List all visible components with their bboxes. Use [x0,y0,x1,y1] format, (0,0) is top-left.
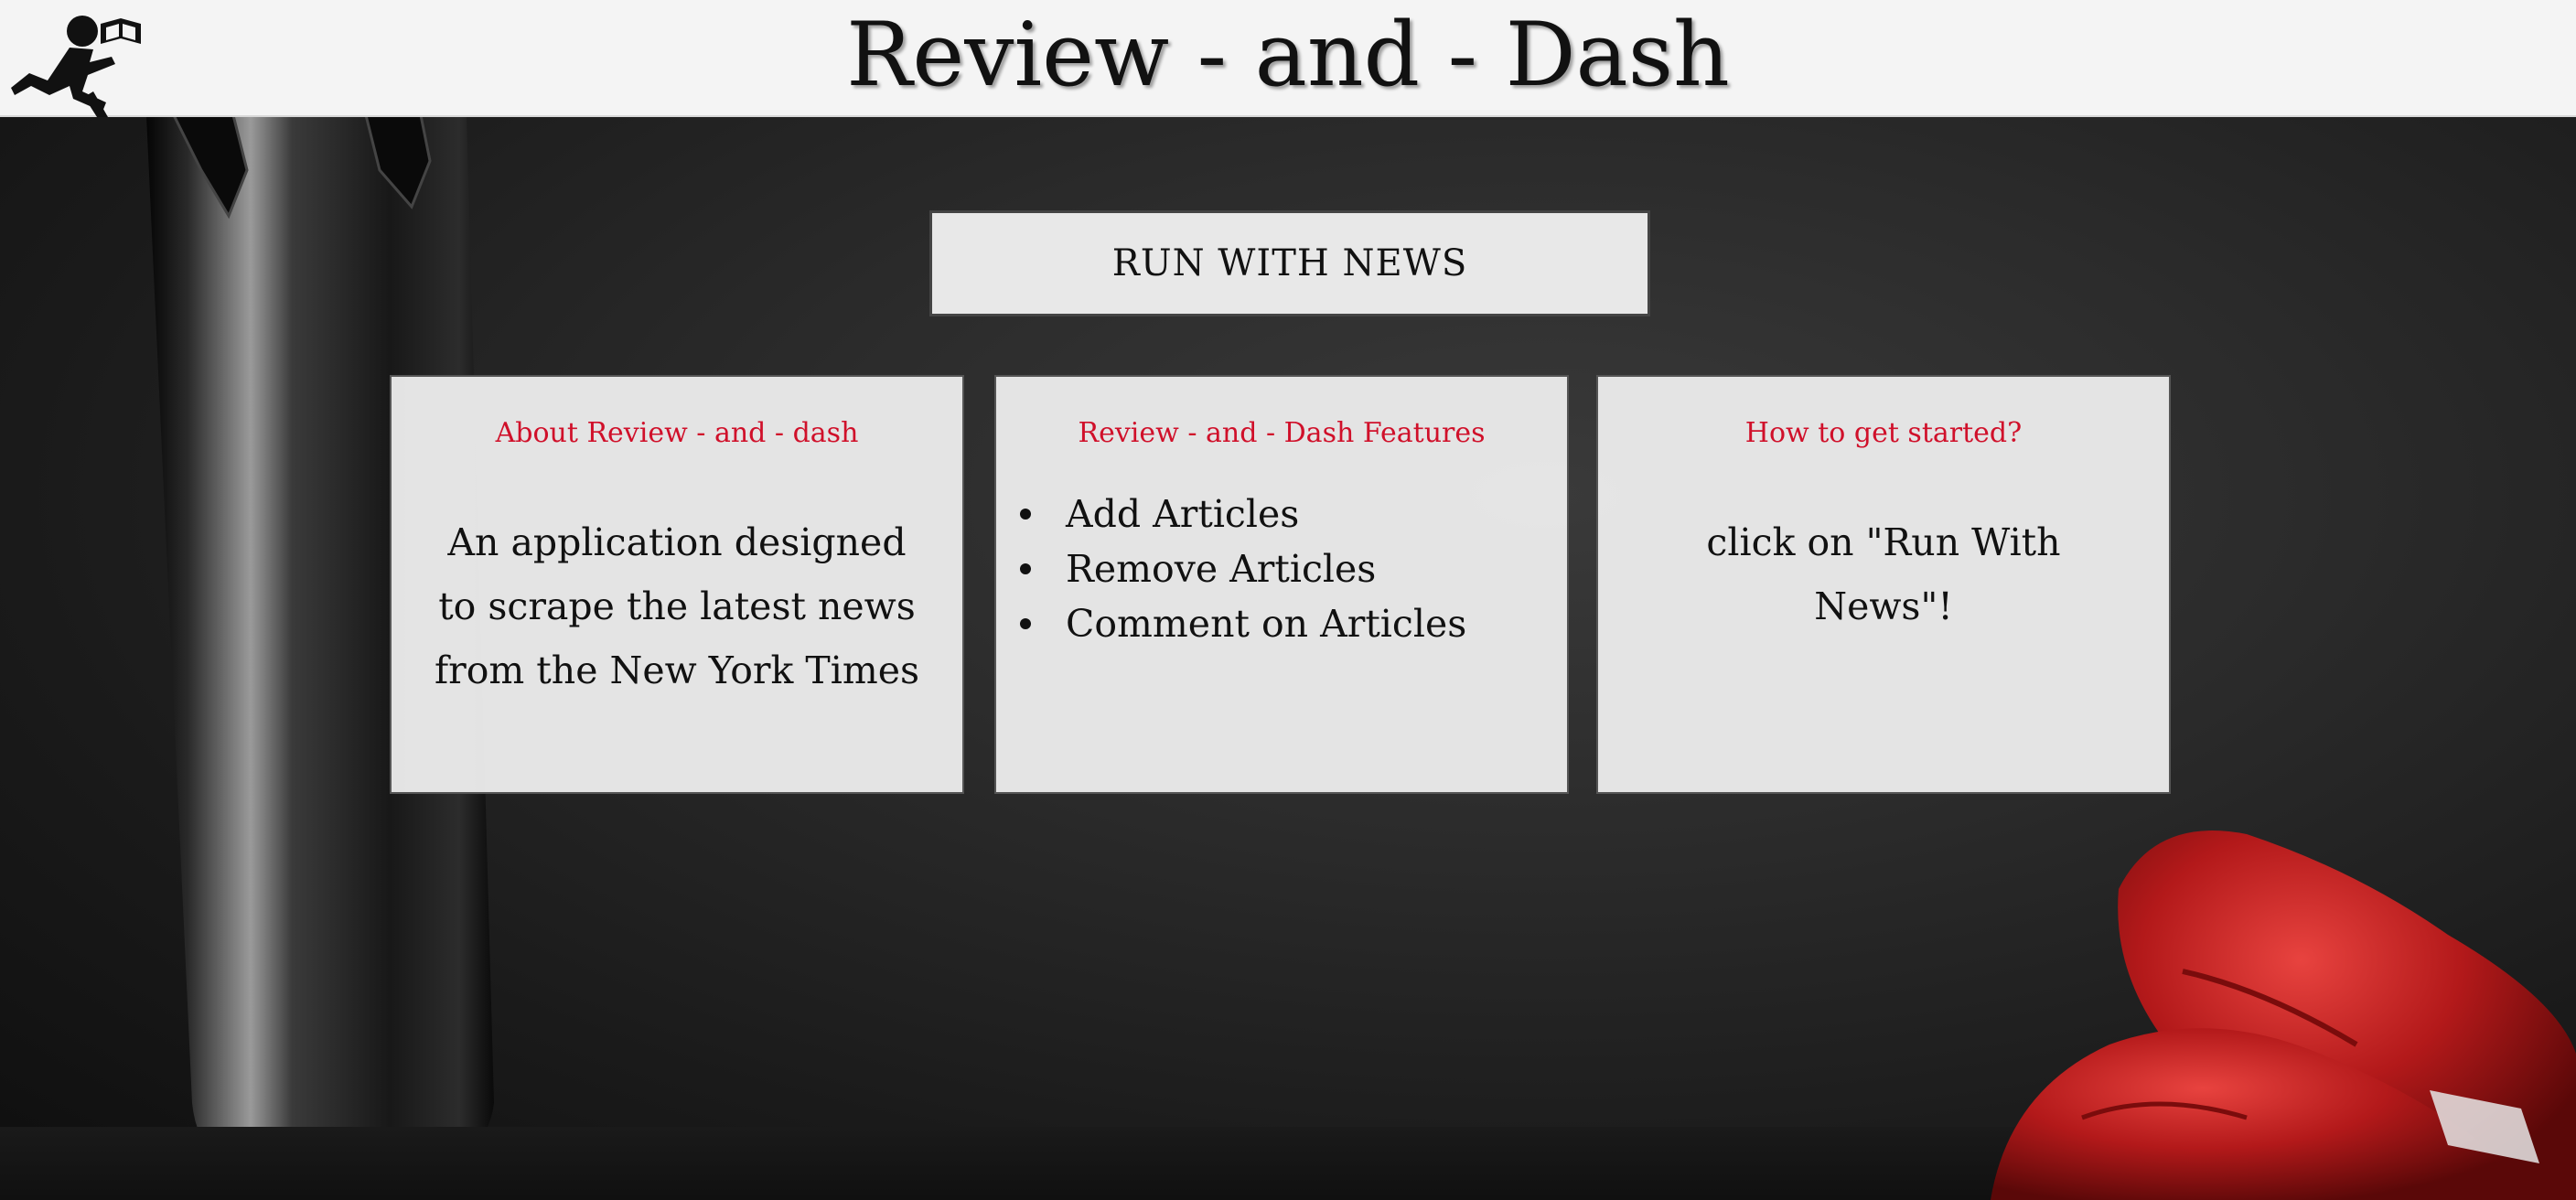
features-card-title: Review - and - Dash Features [1078,417,1486,449]
features-card: Review - and - Dash Features Add Article… [994,375,1569,794]
feature-item: Remove Articles [1020,541,1567,596]
about-card: About Review - and - dash An application… [390,375,964,794]
get-started-card: How to get started? click on "Run With N… [1596,375,2171,794]
get-started-card-title: How to get started? [1744,417,2023,449]
about-card-title: About Review - and - dash [495,417,859,449]
features-list: Add Articles Remove Articles Comment on … [1020,487,1567,651]
site-header: Review - and - Dash [0,0,2576,117]
features-card-body: Add Articles Remove Articles Comment on … [996,487,1567,651]
feature-item: Comment on Articles [1020,596,1567,651]
feature-item: Add Articles [1020,487,1567,541]
get-started-card-body: click on "Run With News"! [1706,520,2061,628]
run-with-news-button[interactable]: RUN WITH NEWS [929,210,1650,316]
about-card-body: An application designed to scrape the la… [434,520,920,692]
boxing-gloves-image [1991,830,2576,1200]
site-title: Review - and - Dash [846,4,1730,106]
